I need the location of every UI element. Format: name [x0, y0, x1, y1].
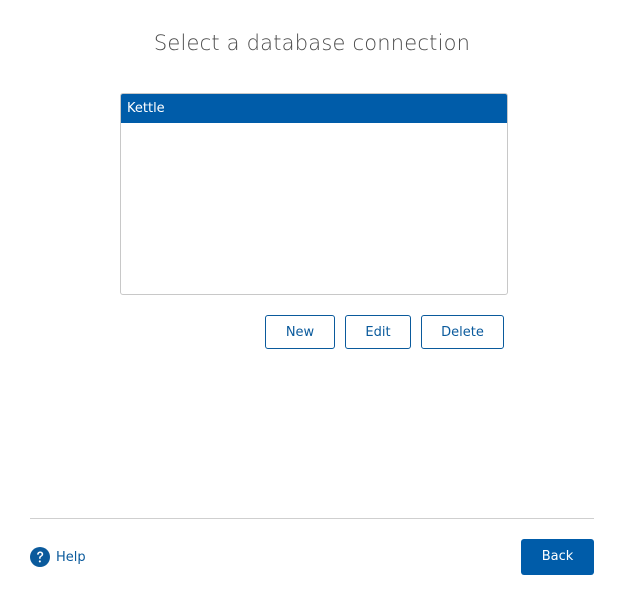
connection-list[interactable]: Kettle: [120, 93, 508, 295]
edit-button[interactable]: Edit: [345, 315, 411, 349]
question-circle-icon: [30, 547, 50, 567]
back-button[interactable]: Back: [521, 539, 594, 575]
footer-divider: [30, 518, 594, 519]
delete-button[interactable]: Delete: [421, 315, 504, 349]
list-item[interactable]: Kettle: [121, 94, 507, 123]
help-label: Help: [56, 549, 86, 565]
help-link[interactable]: Help: [30, 546, 86, 568]
new-button[interactable]: New: [265, 315, 335, 349]
page-title: Select a database connection: [153, 31, 471, 55]
